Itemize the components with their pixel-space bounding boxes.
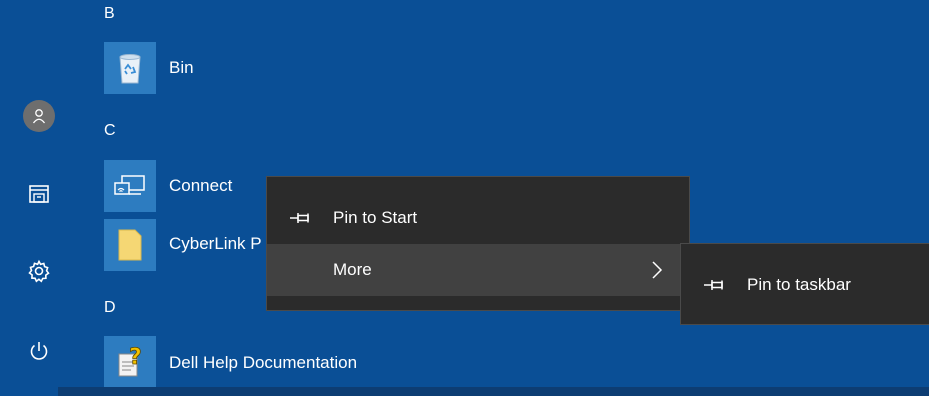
file-explorer-icon [29, 185, 49, 203]
pin-icon [704, 280, 723, 290]
start-left-rail [0, 0, 80, 396]
menu-label-more: More [333, 260, 372, 279]
connect-tile[interactable] [104, 160, 156, 212]
more-submenu: Pin to taskbar [680, 243, 929, 325]
app-label-dell-help[interactable]: Dell Help Documentation [169, 353, 357, 373]
menu-item-more[interactable]: More [267, 244, 689, 296]
recycle-bin-icon [119, 54, 141, 84]
chevron-right-icon [652, 261, 663, 279]
section-header-d[interactable]: D [104, 299, 116, 317]
file-explorer-button[interactable] [16, 171, 62, 217]
menu-label-pin-to-taskbar: Pin to taskbar [747, 275, 851, 294]
settings-gear-icon [28, 259, 50, 283]
settings-button[interactable] [16, 248, 62, 294]
dell-help-tile[interactable]: ? [104, 336, 156, 388]
pin-icon [290, 213, 309, 223]
menu-label-pin-to-start: Pin to Start [333, 208, 418, 227]
user-icon [23, 100, 55, 132]
power-button[interactable] [16, 328, 62, 374]
svg-text:?: ? [129, 345, 142, 370]
section-header-c[interactable]: C [104, 122, 116, 140]
app-label-bin[interactable]: Bin [169, 58, 194, 78]
menu-item-pin-to-taskbar[interactable]: Pin to taskbar [681, 259, 929, 311]
bin-tile[interactable] [104, 42, 156, 94]
app-label-connect[interactable]: Connect [169, 176, 232, 196]
folder-icon [118, 229, 142, 261]
app-label-cyberlink[interactable]: CyberLink P [169, 234, 262, 254]
cyberlink-tile[interactable] [104, 219, 156, 271]
help-document-icon: ? [118, 345, 142, 377]
user-account-button[interactable] [16, 93, 62, 139]
power-icon [30, 342, 48, 360]
section-header-b[interactable]: B [104, 5, 115, 23]
context-menu: Pin to Start More [266, 176, 690, 311]
taskbar-edge [58, 387, 929, 396]
connect-icon [114, 175, 145, 195]
menu-item-pin-to-start[interactable]: Pin to Start [267, 192, 689, 244]
